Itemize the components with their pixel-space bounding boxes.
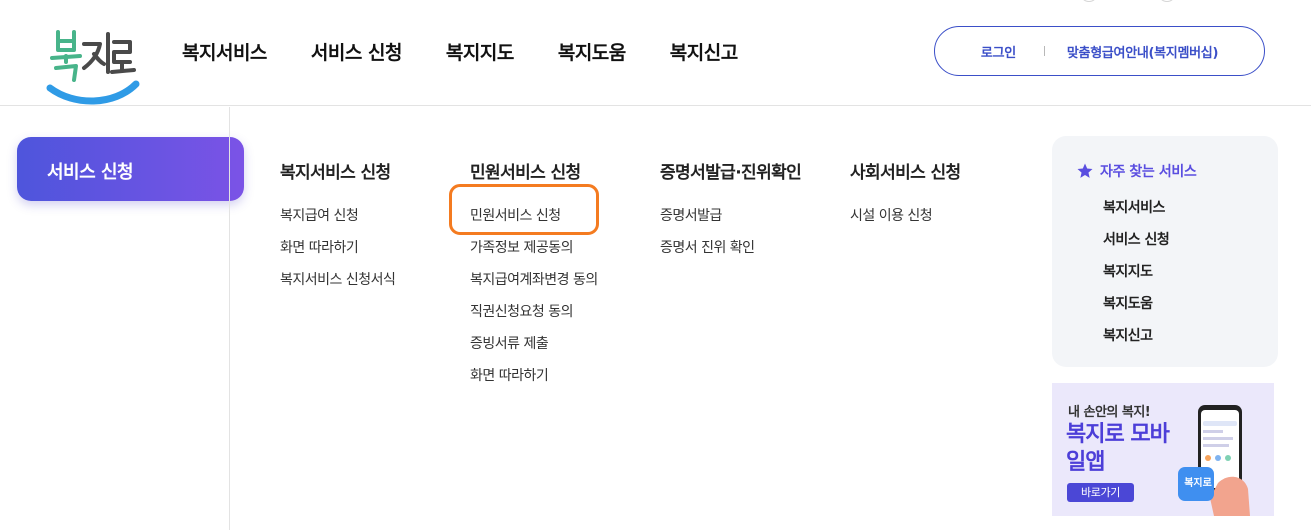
menu-link-civil-service-apply[interactable]: 민원서비스 신청 — [470, 205, 598, 237]
user-actions: 로그인 맞춤형급여안내(복지멤버십) — [934, 26, 1265, 76]
menu-link[interactable]: 증명서발급 — [660, 205, 801, 237]
frequent-services-list: 복지서비스 서비스 신청 복지지도 복지도움 복지신고 — [1103, 198, 1170, 358]
banner-title: 복지로 모바일앱 — [1066, 422, 1170, 475]
menu-link[interactable]: 화면 따라하기 — [470, 365, 598, 397]
divider — [1043, 46, 1045, 56]
nav-item-welfare-report[interactable]: 복지신고 — [670, 38, 738, 65]
menu-column-welfare-apply: 복지서비스 신청 복지급여 신청 화면 따라하기 복지서비스 신청서식 — [280, 158, 396, 301]
app-icon-label: 복지로 — [1184, 478, 1212, 489]
frequent-service-item[interactable]: 복지도움 — [1103, 294, 1169, 326]
nav-item-welfare-help[interactable]: 복지도움 — [558, 38, 626, 65]
menu-link[interactable]: 증빙서류 제출 — [470, 333, 598, 365]
logo[interactable] — [44, 22, 140, 108]
menu-link[interactable]: 가족정보 제공동의 — [470, 237, 598, 269]
top-decoration — [1080, 0, 1098, 2]
login-button[interactable]: 로그인 — [981, 42, 1016, 61]
menu-column-title: 복지서비스 신청 — [280, 163, 391, 183]
menu-link[interactable]: 화면 따라하기 — [280, 237, 395, 269]
logo-image — [46, 30, 140, 105]
menu-link[interactable]: 증명서 진위 확인 — [660, 237, 801, 269]
menu-column-certificate: 증명서발급·진위확인 증명서발급 증명서 진위 확인 — [660, 158, 802, 269]
menu-link[interactable]: 복지급여 신청 — [280, 205, 395, 237]
star-icon — [1077, 163, 1093, 178]
top-decoration — [1158, 0, 1176, 2]
frequent-services-header: 자주 찾는 서비스 — [1076, 161, 1197, 181]
header: 복지서비스 서비스 신청 복지지도 복지도움 복지신고 로그인 맞춤형급여안내(… — [0, 0, 1311, 106]
mobile-app-banner[interactable]: 내 손안의 복지! 복지로 모바일앱 바로가기 복지로 — [1052, 383, 1274, 516]
menu-column-civil-apply: 민원서비스 신청 민원서비스 신청 가족정보 제공동의 복지급여계좌변경 동의 … — [470, 158, 598, 397]
menu-link[interactable]: 시설 이용 신청 — [850, 205, 961, 237]
banner-subtitle: 내 손안의 복지! — [1068, 405, 1151, 420]
frequent-service-item[interactable]: 복지서비스 — [1103, 198, 1169, 230]
main-nav: 복지서비스 서비스 신청 복지지도 복지도움 복지신고 — [182, 38, 782, 65]
welfare-membership-button[interactable]: 맞춤형급여안내(복지멤버십) — [1067, 42, 1219, 61]
menu-link[interactable]: 복지서비스 신청서식 — [280, 269, 396, 301]
menu-link[interactable]: 복지급여계좌변경 동의 — [470, 269, 598, 301]
menu-column-social-service: 사회서비스 신청 시설 이용 신청 — [850, 158, 961, 237]
nav-item-welfare-service[interactable]: 복지서비스 — [182, 38, 267, 65]
menu-column-title: 민원서비스 신청 — [470, 163, 581, 183]
divider — [229, 107, 230, 530]
phone-illustration — [1178, 405, 1250, 516]
frequent-service-item[interactable]: 서비스 신청 — [1103, 230, 1170, 262]
frequent-service-item[interactable]: 복지지도 — [1103, 262, 1169, 294]
menu-link[interactable]: 직권신청요청 동의 — [470, 301, 598, 333]
sidebar-item-service-apply[interactable]: 서비스 신청 — [17, 137, 244, 201]
frequent-services-panel: 자주 찾는 서비스 복지서비스 서비스 신청 복지지도 복지도움 복지신고 — [1052, 136, 1278, 367]
nav-item-welfare-map[interactable]: 복지지도 — [446, 38, 514, 65]
frequent-services-title: 자주 찾는 서비스 — [1100, 164, 1197, 180]
frequent-service-item[interactable]: 복지신고 — [1103, 326, 1169, 358]
nav-item-service-apply[interactable]: 서비스 신청 — [311, 38, 403, 65]
banner-go-button[interactable]: 바로가기 — [1067, 483, 1134, 502]
menu-column-title: 증명서발급·진위확인 — [660, 163, 802, 183]
menu-column-title: 사회서비스 신청 — [850, 163, 961, 183]
